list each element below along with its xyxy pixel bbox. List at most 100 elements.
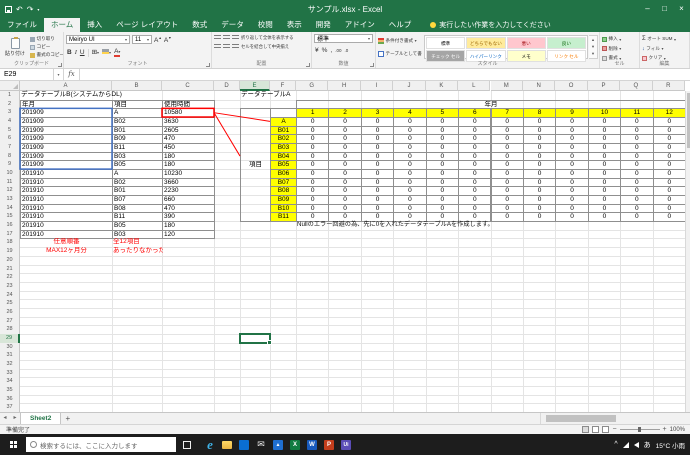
page-break-view-button[interactable] bbox=[602, 426, 610, 433]
column-header-R[interactable]: R bbox=[652, 81, 685, 91]
uipath-icon[interactable]: Ui bbox=[341, 439, 351, 450]
column-header-Q[interactable]: Q bbox=[620, 81, 653, 91]
insert-cells-button[interactable]: 挿入 ▾ bbox=[602, 35, 637, 43]
cell-M15[interactable]: 0 bbox=[490, 212, 524, 223]
edge-icon[interactable]: e bbox=[205, 437, 215, 452]
number-format-select[interactable]: 標準 ▾ bbox=[314, 34, 373, 43]
ribbon-tab-開発[interactable]: 開発 bbox=[309, 18, 338, 32]
cell-O15[interactable]: 0 bbox=[555, 212, 589, 223]
cell-C17[interactable]: 120 bbox=[162, 229, 215, 240]
italic-button[interactable]: I bbox=[75, 48, 77, 57]
currency-button[interactable]: ¥ bbox=[315, 46, 319, 55]
taskbar-search[interactable]: 検索するには、ここに入力します bbox=[26, 437, 176, 452]
cell-A19[interactable]: MAX12ヶ月分 bbox=[20, 247, 113, 257]
gallery-down-icon[interactable]: ▾ bbox=[592, 44, 594, 50]
column-header-G[interactable]: G bbox=[296, 81, 329, 91]
word-icon[interactable]: W bbox=[307, 439, 317, 450]
bold-button[interactable]: B bbox=[67, 48, 72, 57]
ribbon-tab-校閲[interactable]: 校閲 bbox=[251, 18, 280, 32]
redo-icon[interactable]: ↷ bbox=[27, 5, 34, 14]
cell-style-悪い[interactable]: 悪い bbox=[506, 37, 546, 49]
column-header-E[interactable]: E bbox=[240, 81, 270, 91]
network-icon[interactable] bbox=[622, 441, 629, 448]
store-icon[interactable] bbox=[239, 439, 249, 450]
shrink-font-button[interactable]: A▼ bbox=[164, 34, 172, 45]
ribbon-tab-データ[interactable]: データ bbox=[214, 18, 251, 32]
column-header-A[interactable]: A bbox=[20, 81, 112, 91]
ribbon-tab-ページ レイアウト[interactable]: ページ レイアウト bbox=[109, 18, 185, 32]
file-explorer-icon[interactable] bbox=[222, 440, 232, 449]
cell-G16[interactable]: Nullのエラー回避の為、先に0を入れたデータテーブルAを作成します。 bbox=[296, 221, 494, 231]
cell-style-良い[interactable]: 良い bbox=[546, 37, 586, 49]
gallery-more-icon[interactable]: ▾ bbox=[592, 51, 594, 57]
column-header-B[interactable]: B bbox=[112, 81, 162, 91]
minimize-button[interactable]: – bbox=[639, 0, 656, 18]
font-color-button[interactable]: A▾ bbox=[114, 48, 121, 58]
normal-view-button[interactable] bbox=[582, 426, 590, 433]
column-header-H[interactable]: H bbox=[328, 81, 361, 91]
wrap-text-button[interactable]: 折り返して全体を表示する bbox=[241, 35, 294, 41]
column-header-K[interactable]: K bbox=[425, 81, 459, 91]
ribbon-tab-表示[interactable]: 表示 bbox=[280, 18, 309, 32]
fill-color-button[interactable]: ▾ bbox=[102, 48, 111, 57]
gallery-up-icon[interactable]: ▴ bbox=[592, 37, 594, 43]
align-middle-button[interactable] bbox=[223, 35, 230, 41]
horizontal-scrollbar-thumb[interactable] bbox=[546, 415, 616, 422]
cut-button[interactable]: 切り取り bbox=[30, 35, 63, 43]
excel-icon[interactable]: X bbox=[290, 439, 300, 450]
ribbon-tab-数式[interactable]: 数式 bbox=[185, 18, 214, 32]
photos-icon[interactable]: ▲ bbox=[273, 439, 283, 450]
name-box-dropdown-icon[interactable]: ▾ bbox=[54, 69, 64, 80]
fx-button[interactable]: fx bbox=[64, 69, 80, 80]
align-left-button[interactable] bbox=[214, 44, 221, 50]
save-icon[interactable] bbox=[5, 5, 12, 13]
selection-box[interactable] bbox=[239, 332, 272, 345]
format-painter-button[interactable]: 書式のコピー/貼り付け bbox=[30, 51, 63, 59]
select-all-corner[interactable] bbox=[0, 81, 20, 91]
formula-input[interactable] bbox=[80, 69, 690, 80]
copy-button[interactable]: コピー bbox=[30, 43, 63, 51]
zoom-slider-thumb[interactable] bbox=[637, 427, 641, 432]
column-header-J[interactable]: J bbox=[393, 81, 426, 91]
column-header-O[interactable]: O bbox=[555, 81, 588, 91]
column-header-M[interactable]: M bbox=[490, 81, 523, 91]
cell-P15[interactable]: 0 bbox=[587, 212, 622, 223]
format-as-table-button[interactable]: テーブルとして書式設定▾ bbox=[378, 48, 422, 59]
task-view-button[interactable] bbox=[176, 440, 198, 449]
underline-button[interactable]: U bbox=[80, 48, 85, 57]
horizontal-scrollbar[interactable] bbox=[540, 413, 690, 424]
undo-icon[interactable]: ↶ bbox=[16, 5, 23, 14]
align-right-button[interactable] bbox=[232, 44, 239, 50]
column-header-P[interactable]: P bbox=[587, 81, 621, 91]
column-header-N[interactable]: N bbox=[522, 81, 556, 91]
autosum-button[interactable]: Σ オート SUM ▾ bbox=[642, 35, 687, 43]
row-header-37[interactable]: 37 bbox=[0, 403, 20, 412]
ribbon-tab-ファイル[interactable]: ファイル bbox=[0, 18, 44, 32]
cell-A1[interactable]: データテーブルB(システムからDL) bbox=[20, 91, 122, 101]
ribbon-tab-ヘルプ[interactable]: ヘルプ bbox=[382, 18, 419, 32]
grow-font-button[interactable]: A▲ bbox=[154, 34, 162, 45]
cell-style-どちらでもない[interactable]: どちらでもない bbox=[466, 37, 506, 49]
borders-button[interactable]: ⊞▾ bbox=[92, 48, 99, 57]
tell-me-box[interactable]: 実行したい作業を入力してください bbox=[430, 18, 551, 32]
mail-icon[interactable]: ✉ bbox=[256, 439, 266, 450]
zoom-slider[interactable] bbox=[619, 427, 660, 432]
powerpoint-icon[interactable]: P bbox=[324, 439, 334, 450]
ribbon-tab-ホーム[interactable]: ホーム bbox=[44, 18, 81, 32]
delete-cells-button[interactable]: 削除 ▾ bbox=[602, 45, 637, 53]
zoom-in-button[interactable]: + bbox=[663, 426, 667, 434]
vertical-scrollbar[interactable] bbox=[685, 91, 690, 412]
align-bottom-button[interactable] bbox=[232, 35, 239, 41]
font-size-select[interactable]: 11 ▾ bbox=[132, 35, 152, 45]
new-sheet-button[interactable]: + bbox=[61, 413, 74, 424]
zoom-level[interactable]: 100% bbox=[670, 427, 685, 433]
ribbon-tab-挿入[interactable]: 挿入 bbox=[80, 18, 109, 32]
sheet-tab-sheet2[interactable]: Sheet2 bbox=[20, 413, 62, 424]
tray-expand-icon[interactable]: ^ bbox=[614, 441, 617, 448]
font-dialog-launcher[interactable] bbox=[206, 63, 210, 67]
increase-decimal-button[interactable]: .00 bbox=[335, 46, 341, 55]
ime-indicator[interactable]: あ bbox=[644, 440, 651, 450]
conditional-formatting-button[interactable]: 条件付き書式 ▾ bbox=[378, 35, 422, 46]
name-box[interactable]: E29 bbox=[0, 69, 54, 80]
column-header-L[interactable]: L bbox=[458, 81, 491, 91]
